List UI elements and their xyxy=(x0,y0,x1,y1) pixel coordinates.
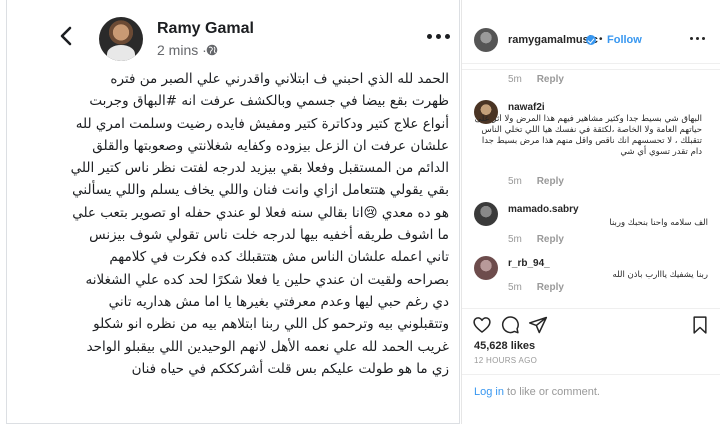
instagram-username[interactable]: ramygamalmusic xyxy=(508,34,598,46)
reply-button[interactable]: Reply xyxy=(537,74,564,85)
comments-list[interactable]: 5m Reply nawaf2i البهاق شي بسيط جدا وكثي… xyxy=(462,64,720,294)
comment-text: البهاق شي بسيط جدا وكثير مشاهير فيهم هذا… xyxy=(474,114,702,157)
follow-separator: • xyxy=(599,34,603,45)
comment-username[interactable]: nawaf2i xyxy=(508,102,545,113)
more-dot-icon xyxy=(690,37,693,40)
comment-meta: 5m Reply xyxy=(508,74,564,85)
likes-count[interactable]: 45,628 likes xyxy=(474,340,535,352)
author-name[interactable]: Ramy Gamal xyxy=(157,20,254,38)
post-time-ago: 12 HOURS AGO xyxy=(474,356,538,365)
comment-time: 5m xyxy=(508,176,522,187)
comment-meta: 5m Reply xyxy=(508,176,564,187)
facebook-post: Ramy Gamal 2 mins · الحمد لله الذي احبني… xyxy=(6,0,460,424)
comment-time: 5m xyxy=(508,234,522,245)
share-icon[interactable] xyxy=(528,315,548,335)
reply-button[interactable]: Reply xyxy=(537,176,564,187)
heart-icon[interactable] xyxy=(472,315,492,335)
globe-icon xyxy=(206,44,218,56)
comment-time: 5m xyxy=(508,74,522,85)
more-dot-icon xyxy=(445,34,450,39)
instagram-more-options-button[interactable] xyxy=(690,37,706,41)
comment-meta: 5m Reply xyxy=(508,282,564,293)
login-link[interactable]: Log in xyxy=(474,386,504,398)
comment-username[interactable]: r_rb_94_ xyxy=(508,258,550,269)
more-dot-icon xyxy=(427,34,432,39)
more-dot-icon xyxy=(702,37,705,40)
reply-button[interactable]: Reply xyxy=(537,282,564,293)
comment-username[interactable]: mamado.sabry xyxy=(508,204,579,215)
more-dot-icon xyxy=(696,37,699,40)
author-avatar[interactable] xyxy=(99,17,143,61)
comment-meta: 5m Reply xyxy=(508,234,564,245)
comment-icon[interactable] xyxy=(500,315,520,335)
post-header: Ramy Gamal 2 mins · xyxy=(7,0,459,64)
post-timestamp[interactable]: 2 mins · xyxy=(157,42,207,58)
post-actions-bar xyxy=(462,308,720,340)
instagram-avatar[interactable] xyxy=(474,28,498,52)
follow-button[interactable]: Follow xyxy=(607,34,642,46)
commenter-avatar[interactable] xyxy=(474,256,498,280)
comments-top-edge xyxy=(462,64,720,70)
commenter-avatar[interactable] xyxy=(474,202,498,226)
post-body-text: الحمد لله الذي احبني ف ابتلاني واقدرني ع… xyxy=(70,71,449,377)
verified-badge-icon xyxy=(586,35,596,45)
back-arrow-icon[interactable] xyxy=(57,26,75,46)
reply-button[interactable]: Reply xyxy=(537,234,564,245)
instagram-panel: ramygamalmusic • Follow 5m Reply nawaf2i… xyxy=(462,0,720,424)
comment-text: ربنا يشفيك يااارب باذن الله xyxy=(612,270,708,280)
bookmark-icon[interactable] xyxy=(690,315,710,335)
login-prompt: Log in to like or comment. xyxy=(462,374,720,410)
login-prompt-text: to like or comment. xyxy=(503,386,600,398)
instagram-header: ramygamalmusic • Follow xyxy=(462,24,720,64)
post-more-options-button[interactable] xyxy=(427,34,451,42)
comment-text: الف سلامه واحنا بنحبك وربنا xyxy=(609,218,708,228)
comment-time: 5m xyxy=(508,282,522,293)
more-dot-icon xyxy=(436,34,441,39)
